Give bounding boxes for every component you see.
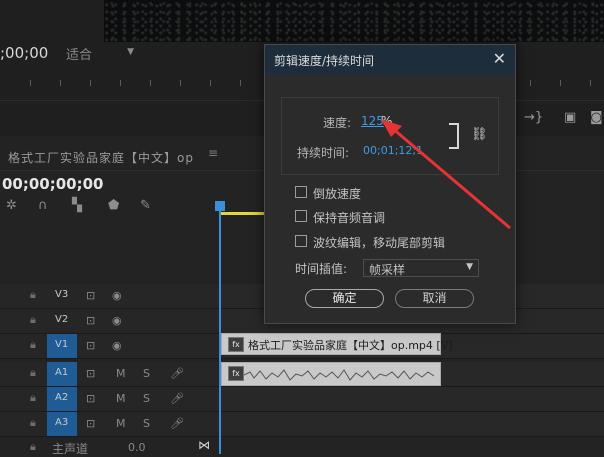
annotation-arrow [381,119,511,230]
annotation-arrow-shaft [391,126,511,230]
